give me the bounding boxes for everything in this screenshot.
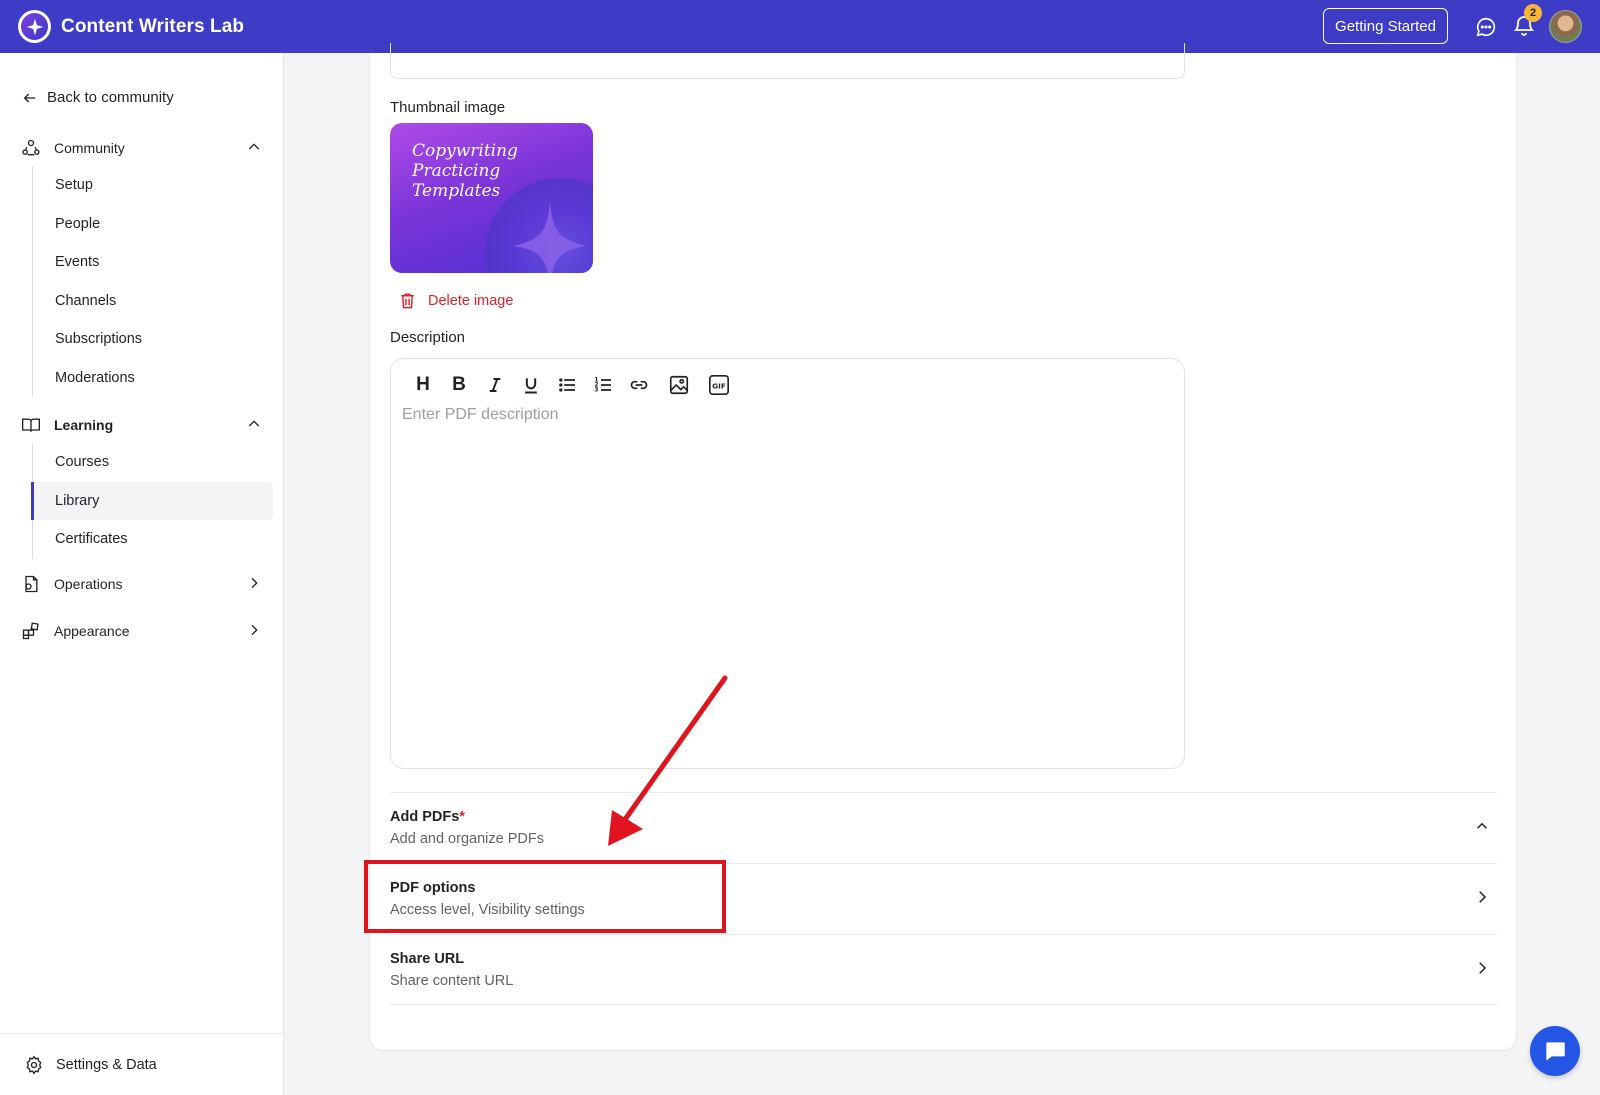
sidebar-group-appearance[interactable]: Appearance (20, 620, 270, 642)
delete-image-button[interactable]: Delete image (398, 291, 513, 310)
sidebar-item-subscriptions[interactable]: Subscriptions (33, 320, 273, 359)
back-to-community-link[interactable]: Back to community (22, 89, 174, 106)
description-placeholder: Enter PDF description (402, 406, 559, 423)
description-label: Description (390, 329, 466, 346)
section-title: Share URL (390, 951, 465, 967)
settings-and-data-link[interactable]: Settings & Data (0, 1033, 283, 1095)
link-button[interactable] (621, 371, 657, 399)
chevron-right-icon (251, 624, 258, 636)
link-icon (630, 380, 648, 390)
sidebar-item-moderations[interactable]: Moderations (33, 359, 273, 398)
brand-logo-icon (18, 10, 51, 43)
thumbnail-text-line: Templates (412, 181, 501, 201)
sidebar-group-label: Community (54, 140, 125, 156)
bold-button[interactable]: B (441, 371, 477, 399)
section-share-url[interactable]: Share URL Share content URL (390, 934, 1497, 1005)
section-add-pdfs[interactable]: Add PDFs* Add and organize PDFs (390, 792, 1497, 863)
sidebar-group-label: Learning (54, 417, 114, 433)
brand[interactable]: Content Writers Lab (18, 10, 244, 43)
sparkle-icon (513, 201, 587, 273)
thumbnail-image[interactable]: Copywriting Practicing Templates (390, 123, 593, 273)
section-title: Add PDFs* (390, 809, 465, 825)
previous-input-field[interactable] (390, 43, 1185, 79)
italic-button[interactable] (477, 371, 513, 399)
trash-icon (401, 293, 414, 309)
sidebar-item-channels[interactable]: Channels (33, 282, 273, 321)
description-editor[interactable]: H B 123 GIF Enter PDF description (390, 358, 1185, 769)
notification-badge: 2 (1524, 4, 1542, 22)
thumbnail-label: Thumbnail image (390, 99, 506, 116)
app-title: Content Writers Lab (61, 15, 245, 37)
editor-toolbar: H B 123 GIF (405, 371, 737, 399)
community-subtree: Setup People Events Channels Subscriptio… (32, 166, 273, 397)
italic-icon (489, 378, 501, 392)
section-subtitle: Share content URL (390, 973, 514, 989)
settings-label: Settings & Data (56, 1056, 157, 1073)
chevron-right-icon (251, 577, 258, 589)
annotation-highlight-box (364, 860, 726, 933)
sidebar-item-courses[interactable]: Courses (33, 443, 273, 482)
support-chat-button[interactable] (1530, 1026, 1580, 1076)
numbered-list-button[interactable]: 123 (585, 371, 621, 399)
section-divider (390, 1004, 1497, 1005)
sidebar-group-operations[interactable]: Operations (20, 573, 270, 595)
thumbnail-text-line: Copywriting (412, 141, 518, 161)
chevron-up-icon (1476, 822, 1488, 829)
operations-icon (20, 573, 42, 595)
gif-icon: GIF (709, 375, 729, 395)
chevron-right-icon (1479, 891, 1487, 903)
svg-text:GIF: GIF (712, 382, 726, 391)
sidebar-group-learning[interactable]: Learning (20, 414, 270, 436)
sidebar-item-events[interactable]: Events (33, 243, 273, 282)
sidebar: Back to community Community Setup People… (0, 53, 284, 1095)
chevron-right-icon (1479, 962, 1487, 974)
chat-icon[interactable] (1475, 16, 1497, 38)
learning-subtree: Courses Library Certificates (31, 443, 273, 559)
sidebar-group-label: Operations (54, 576, 123, 592)
sidebar-item-people[interactable]: People (33, 205, 273, 244)
book-icon (20, 414, 42, 436)
back-label: Back to community (47, 89, 174, 106)
image-icon (669, 375, 689, 395)
underline-button[interactable] (513, 371, 549, 399)
numbered-list-icon: 123 (594, 378, 611, 394)
community-icon (20, 137, 42, 159)
thumbnail-text-line: Practicing (412, 161, 501, 181)
sidebar-item-setup[interactable]: Setup (33, 166, 273, 205)
gear-icon (26, 1054, 42, 1075)
chevron-up-icon (248, 420, 260, 427)
insert-image-button[interactable] (661, 371, 697, 399)
sidebar-group-community[interactable]: Community (20, 137, 270, 159)
sidebar-item-certificates[interactable]: Certificates (33, 520, 273, 559)
heading-button[interactable]: H (405, 371, 441, 399)
arrow-left-icon (23, 93, 36, 102)
chat-bubble-icon (1546, 1042, 1565, 1061)
svg-text:3: 3 (594, 388, 598, 394)
gif-button[interactable]: GIF (701, 371, 737, 399)
getting-started-button[interactable]: Getting Started (1323, 8, 1448, 44)
sidebar-item-library[interactable]: Library (31, 481, 273, 520)
sidebar-group-label: Appearance (54, 623, 130, 639)
appearance-icon (20, 620, 42, 642)
chevron-up-icon (248, 143, 260, 150)
section-subtitle: Add and organize PDFs (390, 831, 544, 847)
underline-icon (525, 378, 537, 394)
bullet-list-icon (558, 378, 575, 392)
required-mark: * (459, 809, 465, 825)
avatar[interactable] (1549, 10, 1582, 43)
bullet-list-button[interactable] (549, 371, 585, 399)
delete-image-label: Delete image (428, 292, 514, 309)
